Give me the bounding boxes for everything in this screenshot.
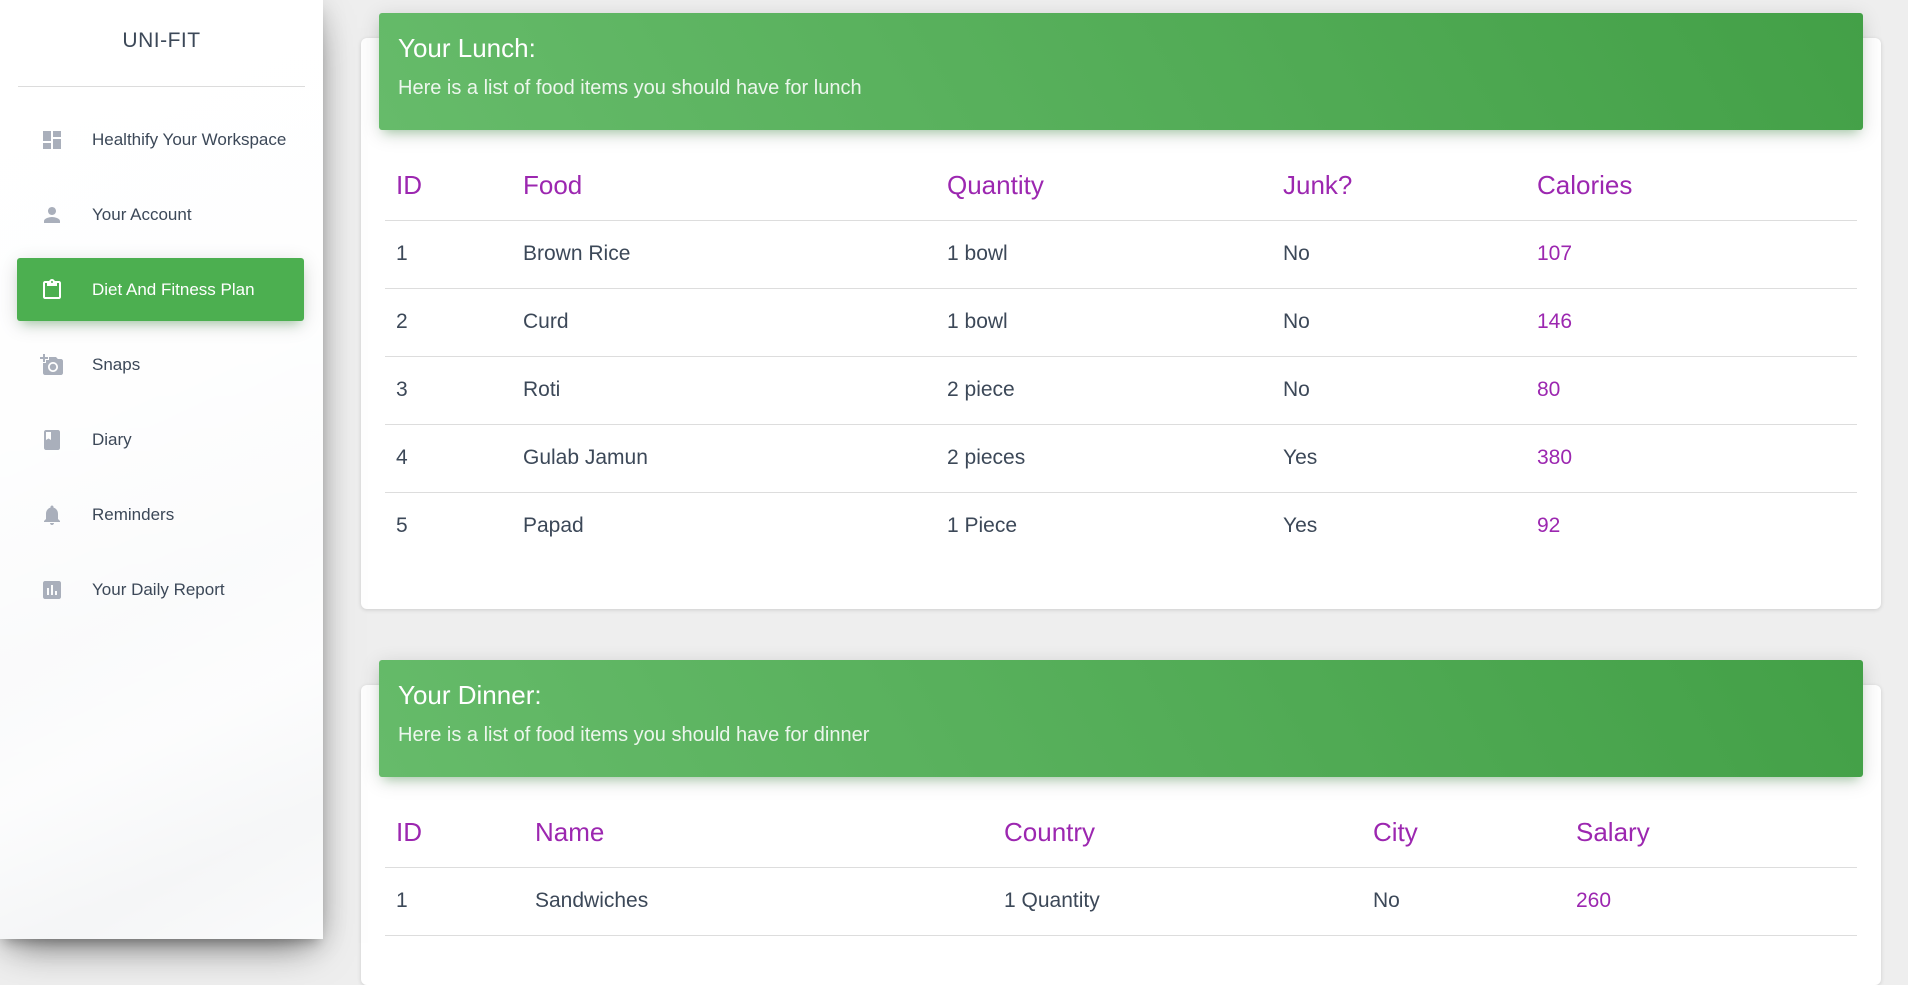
dashboard-icon <box>40 128 64 152</box>
person-icon <box>40 203 64 227</box>
dinner-card-title: Your Dinner: <box>398 680 542 710</box>
bell-icon <box>40 503 64 527</box>
sidebar-item-label: Reminders <box>92 504 175 524</box>
table-row: 3 Roti 2 piece No 80 <box>385 356 1857 425</box>
cell-calories: 380 <box>1526 424 1857 493</box>
sidebar-item-label: Healthify Your Workspace <box>92 129 287 149</box>
dinner-card-subtitle: Here is a list of food items you should … <box>398 724 870 746</box>
sidebar-item-label: Your Account <box>92 204 192 224</box>
cell-id: 4 <box>385 424 512 493</box>
sidebar-item-label: Diary <box>92 429 132 449</box>
cell-country: 1 Quantity <box>993 867 1362 936</box>
cell-id: 2 <box>385 288 512 357</box>
cell-id: 5 <box>396 514 408 538</box>
cell-id: 1 <box>385 867 524 936</box>
cell-food: Brown Rice <box>512 220 936 289</box>
cell-junk: Yes <box>1283 514 1318 538</box>
column-header-country: Country <box>993 799 1362 868</box>
cell-food: Papad <box>523 514 584 538</box>
sidebar-item-label: Diet And Fitness Plan <box>92 279 255 299</box>
table-header-row: ID Name Country City Salary <box>385 799 1857 868</box>
column-header-salary: Salary <box>1565 799 1857 868</box>
lunch-table: ID Food Quantity Junk? Calories 1 Brown … <box>385 152 1857 560</box>
sidebar-item-your-account[interactable]: Your Account <box>17 183 304 246</box>
cell-name: Sandwiches <box>524 867 993 936</box>
lunch-card: Your Lunch: Here is a list of food items… <box>361 13 1881 609</box>
sidebar-item-diet-fitness-plan[interactable]: Diet And Fitness Plan <box>17 258 304 321</box>
table-row: 5 Papad 1 Piece Yes 92 <box>385 492 1857 560</box>
dinner-table: ID Name Country City Salary 1 Sandwiches… <box>385 799 1857 936</box>
main-content: Your Lunch: Here is a list of food items… <box>323 0 1908 985</box>
column-header-name: Name <box>524 799 993 868</box>
bar-chart-icon <box>40 578 64 602</box>
column-header-id: ID <box>385 152 512 221</box>
cell-food: Gulab Jamun <box>512 424 936 493</box>
cell-calories: 107 <box>1526 220 1857 289</box>
cell-junk: No <box>1272 356 1526 425</box>
cell-junk: Yes <box>1272 424 1526 493</box>
dinner-card: Your Dinner: Here is a list of food item… <box>361 660 1881 985</box>
sidebar-item-snaps[interactable]: Snaps <box>17 333 304 396</box>
cell-calories: 146 <box>1526 288 1857 357</box>
lunch-card-subtitle: Here is a list of food items you should … <box>398 77 862 99</box>
cell-calories: 80 <box>1526 356 1857 425</box>
cell-food: Curd <box>512 288 936 357</box>
sidebar-item-healthify-workspace[interactable]: Healthify Your Workspace <box>17 108 304 171</box>
sidebar-item-diary[interactable]: Diary <box>17 408 304 471</box>
sidebar-item-label: Snaps <box>92 354 141 374</box>
cell-id: 1 <box>385 220 512 289</box>
table-row: 4 Gulab Jamun 2 pieces Yes 380 <box>385 424 1857 493</box>
column-header-junk: Junk? <box>1272 152 1526 221</box>
cell-junk: No <box>1272 220 1526 289</box>
cell-food: Roti <box>512 356 936 425</box>
table-row: 1 Brown Rice 1 bowl No 107 <box>385 220 1857 289</box>
dinner-table-container: ID Name Country City Salary 1 Sandwiches… <box>385 799 1857 936</box>
sidebar-item-reminders[interactable]: Reminders <box>17 483 304 546</box>
clipboard-icon <box>40 278 64 302</box>
cell-quantity: 2 pieces <box>936 424 1272 493</box>
table-header-row: ID Food Quantity Junk? Calories <box>385 152 1857 221</box>
table-row: 2 Curd 1 bowl No 146 <box>385 288 1857 357</box>
column-header-quantity: Quantity <box>936 152 1272 221</box>
sidebar: UNI-FIT Healthify Your Workspace Your Ac… <box>0 0 323 939</box>
brand-logo[interactable]: UNI-FIT <box>18 0 305 87</box>
sidebar-item-daily-report[interactable]: Your Daily Report <box>17 558 304 621</box>
brand-name[interactable]: UNI-FIT <box>122 29 200 53</box>
column-header-food: Food <box>512 152 936 221</box>
book-icon <box>40 428 64 452</box>
lunch-card-header: Your Lunch: Here is a list of food items… <box>379 13 1863 130</box>
lunch-table-container: ID Food Quantity Junk? Calories 1 Brown … <box>385 152 1857 560</box>
column-header-calories: Calories <box>1526 152 1857 221</box>
cell-quantity: 2 piece <box>936 356 1272 425</box>
cell-calories: 92 <box>1537 514 1561 538</box>
column-header-city: City <box>1362 799 1565 868</box>
lunch-card-title: Your Lunch: <box>398 33 536 63</box>
cell-quantity: 1 bowl <box>936 220 1272 289</box>
dinner-card-header: Your Dinner: Here is a list of food item… <box>379 660 1863 777</box>
column-header-id: ID <box>385 799 524 868</box>
sidebar-item-label: Your Daily Report <box>92 579 225 599</box>
cell-city: No <box>1362 867 1565 936</box>
cell-salary: 260 <box>1565 867 1857 936</box>
table-row: 1 Sandwiches 1 Quantity No 260 <box>385 867 1857 936</box>
add-photo-icon <box>40 353 64 377</box>
cell-junk: No <box>1272 288 1526 357</box>
cell-quantity: 1 bowl <box>936 288 1272 357</box>
cell-quantity: 1 Piece <box>947 514 1018 538</box>
sidebar-nav: Healthify Your Workspace Your Account Di… <box>0 108 323 621</box>
cell-id: 3 <box>385 356 512 425</box>
